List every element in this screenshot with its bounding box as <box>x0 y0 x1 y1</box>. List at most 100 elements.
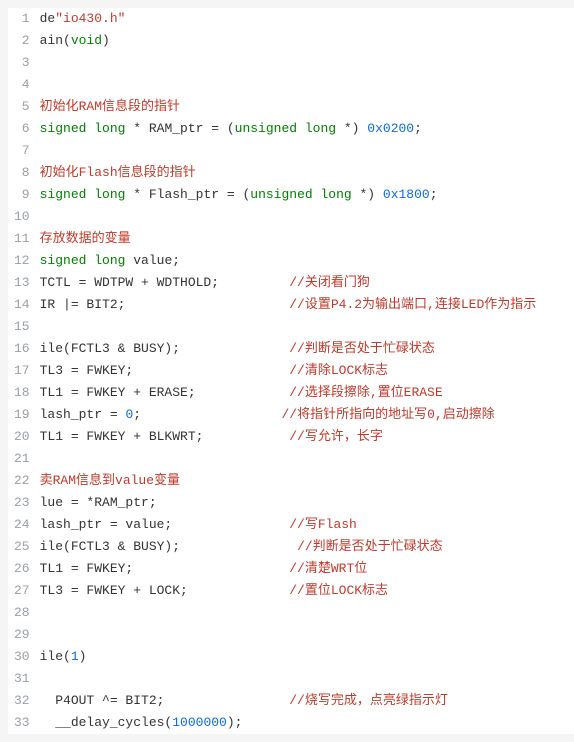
code-line: TL1 = FWKEY + ERASE; //选择段擦除,置位ERASE <box>40 382 574 404</box>
code-line: 存放数据的变量 <box>40 228 574 250</box>
token-plain: TL1 = FWKEY + ERASE; <box>40 385 290 400</box>
token-plain: * RAM_ptr = ( <box>125 121 234 136</box>
token-com: //判断是否处于忙碌状态 <box>297 539 443 554</box>
code-line: TL1 = FWKEY; //清楚WRT位 <box>40 558 574 580</box>
line-number: 25 <box>14 536 30 558</box>
token-plain: ; <box>430 187 438 202</box>
line-number-gutter: 1234567891011121314151617181920212223242… <box>8 8 40 734</box>
line-number: 24 <box>14 514 30 536</box>
line-number: 5 <box>14 96 30 118</box>
code-line: 初始化RAM信息段的指针 <box>40 96 574 118</box>
line-number: 14 <box>14 294 30 316</box>
token-str: "io430.h" <box>55 11 125 26</box>
token-plain: ; <box>133 407 281 422</box>
line-number: 32 <box>14 690 30 712</box>
line-number: 13 <box>14 272 30 294</box>
line-number: 11 <box>14 228 30 250</box>
code-line <box>40 448 574 470</box>
token-com: //写Flash <box>289 517 357 532</box>
line-number: 33 <box>14 712 30 734</box>
code-line: ile(1) <box>40 646 574 668</box>
token-plain: * Flash_ptr = ( <box>125 187 250 202</box>
token-com: //清楚WRT位 <box>289 561 367 576</box>
line-number: 27 <box>14 580 30 602</box>
line-number: 29 <box>14 624 30 646</box>
token-num: 1000000 <box>172 715 227 730</box>
line-number: 10 <box>14 206 30 228</box>
token-com: //清除LOCK标志 <box>289 363 388 378</box>
token-com: //设置P4.2为输出端口,连接LED作为指示 <box>289 297 536 312</box>
line-number: 8 <box>14 162 30 184</box>
token-com: //烧写完成，点亮绿指示灯 <box>289 693 448 708</box>
token-kw: signed long <box>40 121 126 136</box>
token-plain: ile( <box>40 649 71 664</box>
code-line <box>40 74 574 96</box>
code-line: lash_ptr = value; //写Flash <box>40 514 574 536</box>
token-kw: void <box>71 33 102 48</box>
token-plain: ); <box>227 715 243 730</box>
code-line: ile(FCTL3 & BUSY); //判断是否处于忙碌状态 <box>40 338 574 360</box>
line-number: 12 <box>14 250 30 272</box>
token-kw: signed long <box>40 253 126 268</box>
code-line: ain(void) <box>40 30 574 52</box>
token-com: //将指针所指向的地址写0,启动擦除 <box>281 407 494 422</box>
token-com: 初始化RAM信息段的指针 <box>40 99 180 114</box>
code-line: de"io430.h" <box>40 8 574 30</box>
code-line: TL3 = FWKEY + LOCK; //置位LOCK标志 <box>40 580 574 602</box>
token-plain: TL3 = FWKEY + LOCK; <box>40 583 290 598</box>
line-number: 31 <box>14 668 30 690</box>
line-number: 30 <box>14 646 30 668</box>
line-number: 16 <box>14 338 30 360</box>
line-number: 1 <box>14 8 30 30</box>
line-number: 22 <box>14 470 30 492</box>
line-number: 28 <box>14 602 30 624</box>
token-kw: signed long <box>40 187 126 202</box>
token-kw: unsigned long <box>250 187 351 202</box>
line-number: 9 <box>14 184 30 206</box>
code-line: signed long * Flash_ptr = (unsigned long… <box>40 184 574 206</box>
token-num: 1 <box>71 649 79 664</box>
token-com: 初始化Flash信息段的指针 <box>40 165 196 180</box>
code-line: lue = *RAM_ptr; <box>40 492 574 514</box>
line-number: 20 <box>14 426 30 448</box>
code-line: signed long value; <box>40 250 574 272</box>
code-line: __delay_cycles(1000000); <box>40 712 574 734</box>
code-line: 初始化Flash信息段的指针 <box>40 162 574 184</box>
code-line <box>40 602 574 624</box>
code-line: 卖RAM信息到value变量 <box>40 470 574 492</box>
line-number: 6 <box>14 118 30 140</box>
code-line <box>40 624 574 646</box>
code-line: signed long * RAM_ptr = (unsigned long *… <box>40 118 574 140</box>
code-line: TL3 = FWKEY; //清除LOCK标志 <box>40 360 574 382</box>
line-number: 17 <box>14 360 30 382</box>
line-number: 21 <box>14 448 30 470</box>
code-line: lash_ptr = 0; //将指针所指向的地址写0,启动擦除 <box>40 404 574 426</box>
token-plain: IR |= BIT2; <box>40 297 290 312</box>
line-number: 2 <box>14 30 30 52</box>
token-plain: ile(FCTL3 & BUSY); <box>40 341 290 356</box>
code-line <box>40 316 574 338</box>
token-kw: unsigned long <box>235 121 336 136</box>
token-com: //选择段擦除,置位ERASE <box>289 385 442 400</box>
token-plain: *) <box>336 121 367 136</box>
code-line <box>40 668 574 690</box>
token-num: 0x1800 <box>383 187 430 202</box>
token-num: 0x0200 <box>367 121 414 136</box>
token-plain: lue = *RAM_ptr; <box>40 495 157 510</box>
code-line <box>40 52 574 74</box>
code-line <box>40 206 574 228</box>
token-com: //写允许，长字 <box>289 429 383 444</box>
token-plain: TL1 = FWKEY; <box>40 561 290 576</box>
token-plain: TL3 = FWKEY; <box>40 363 290 378</box>
code-line: ile(FCTL3 & BUSY); //判断是否处于忙碌状态 <box>40 536 574 558</box>
token-plain: ) <box>79 649 87 664</box>
code-line: TL1 = FWKEY + BLKWRT; //写允许，长字 <box>40 426 574 448</box>
token-plain: __delay_cycles( <box>40 715 173 730</box>
token-plain: lash_ptr = value; <box>40 517 290 532</box>
line-number: 26 <box>14 558 30 580</box>
token-plain: lash_ptr = <box>40 407 126 422</box>
code-line <box>40 140 574 162</box>
token-plain: *) <box>352 187 383 202</box>
code-area: de"io430.h"ain(void) 初始化RAM信息段的指针 signed l… <box>40 8 574 734</box>
line-number: 15 <box>14 316 30 338</box>
